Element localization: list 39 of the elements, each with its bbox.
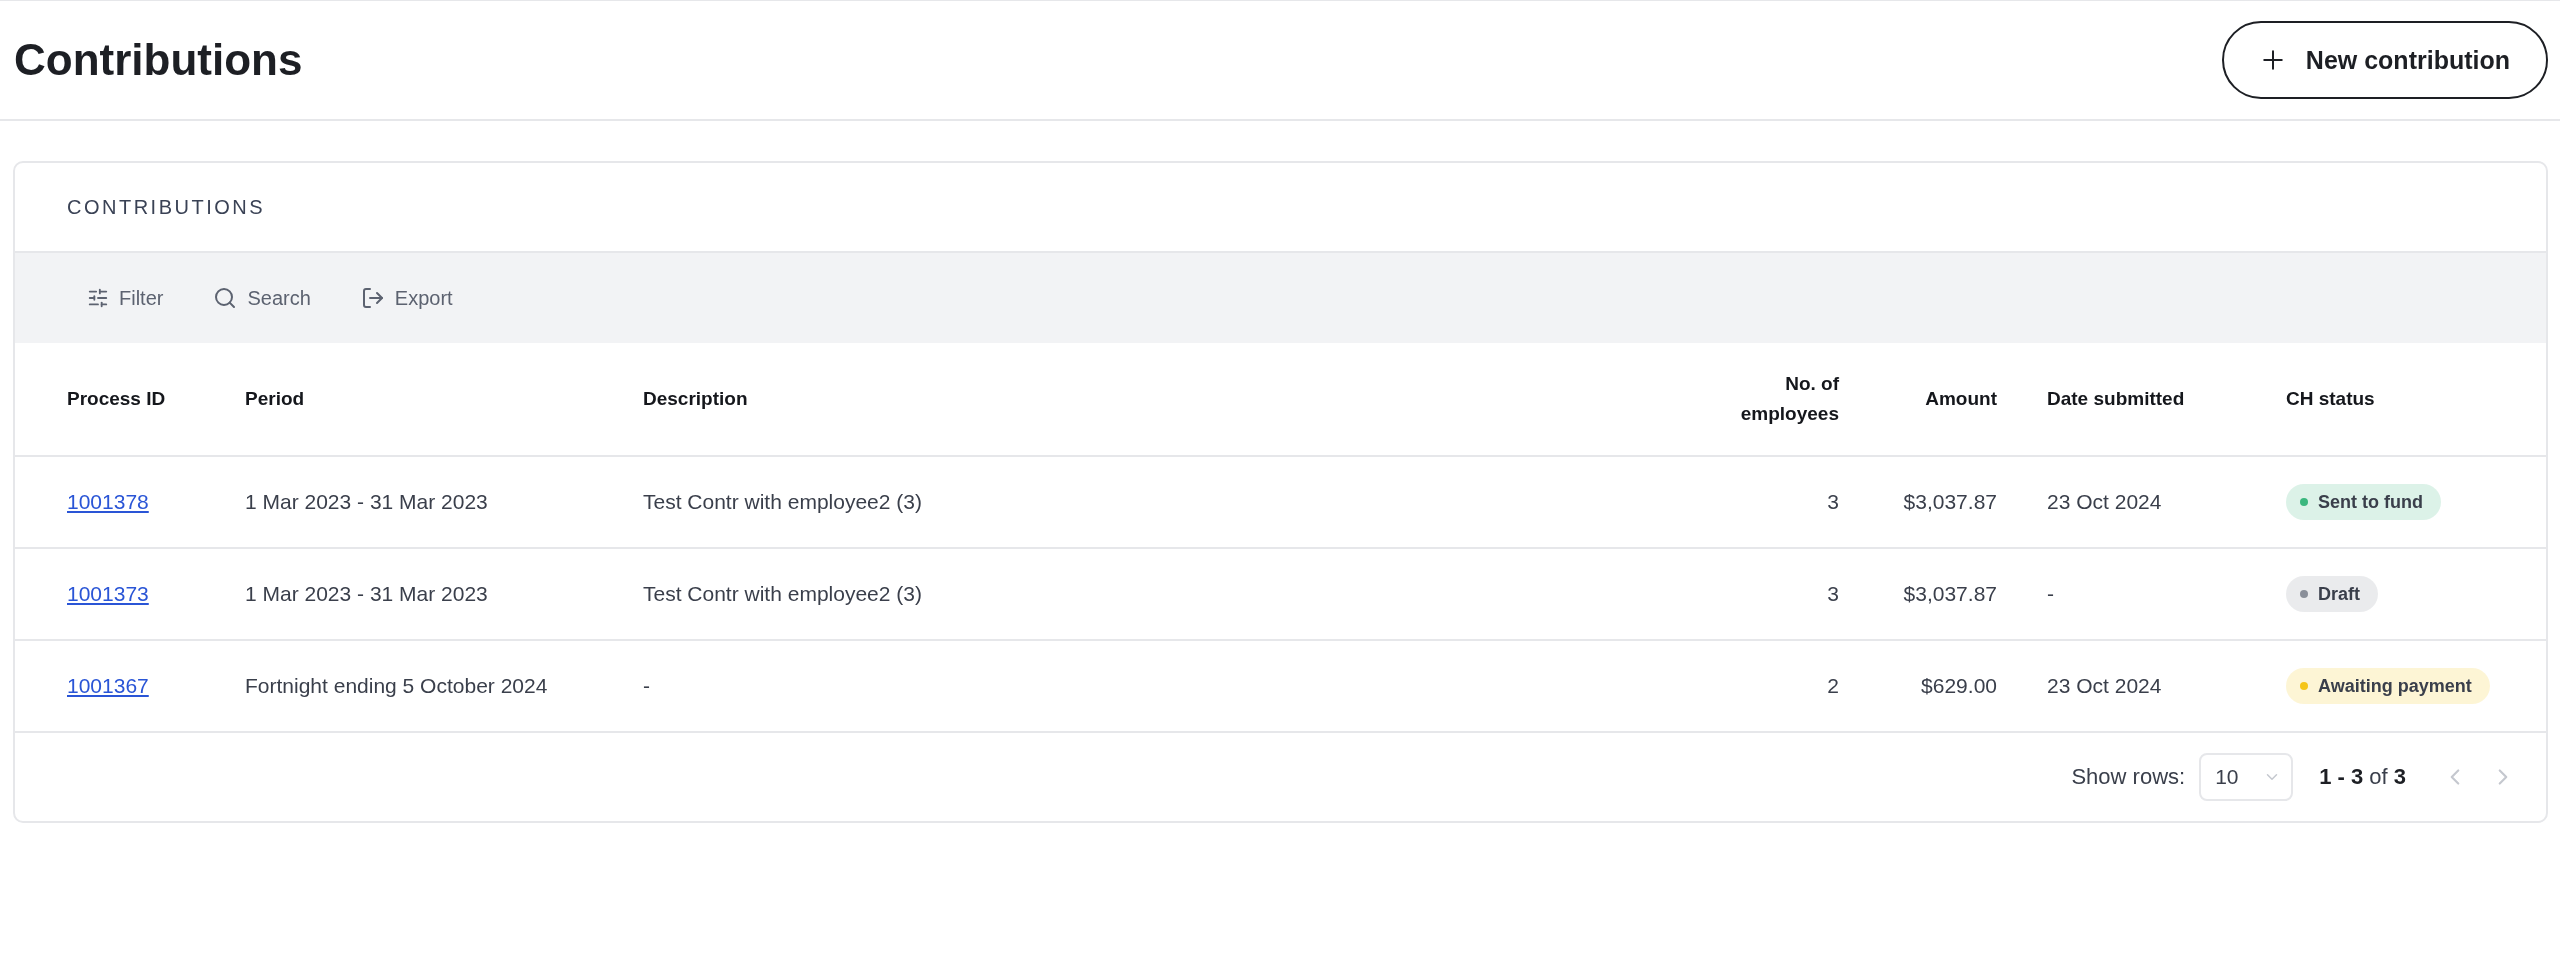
page-range: 1 - 3 of 3 xyxy=(2319,764,2406,790)
period-cell-text: Fortnight ending 5 October 2024 xyxy=(245,674,549,698)
employees-cell-text: 3 xyxy=(1826,582,1839,606)
search-button[interactable]: Search xyxy=(213,286,311,310)
amount-cell-text: $3,037.87 xyxy=(1902,582,1997,606)
export-icon xyxy=(360,286,385,310)
employees-cell-text: 3 xyxy=(1826,490,1839,514)
page-title: Contributions xyxy=(14,35,303,85)
column-header: CH status xyxy=(2286,386,2376,411)
status-badge: Draft xyxy=(2286,576,2378,612)
search-icon xyxy=(213,286,238,310)
status-badge: Awaiting payment xyxy=(2286,668,2490,704)
amount-cell-text: $629.00 xyxy=(1920,674,1997,698)
process-id-link[interactable]: 1001367 xyxy=(67,674,149,698)
export-button[interactable]: Export xyxy=(360,286,453,310)
process-id-link[interactable]: 1001378 xyxy=(67,490,149,514)
process-id-link[interactable]: 1001373 xyxy=(67,582,149,606)
column-header: Period xyxy=(245,386,306,411)
column-header: Description xyxy=(643,386,749,411)
description-cell-text: Test Contr with employee2 (3) xyxy=(643,582,923,606)
new-contribution-button[interactable]: New contribution xyxy=(2221,21,2548,99)
column-header: Process ID xyxy=(67,386,167,411)
period-cell-text: 1 Mar 2023 - 31 Mar 2023 xyxy=(245,490,489,514)
filter-button[interactable]: Filter xyxy=(87,286,164,310)
column-header: Date submitted xyxy=(2047,386,2186,411)
status-badge: Sent to fund xyxy=(2286,484,2441,520)
amount-cell-text: $3,037.87 xyxy=(1902,490,1997,514)
show-rows-label: Show rows: xyxy=(2071,764,2186,790)
period-cell-text: 1 Mar 2023 - 31 Mar 2023 xyxy=(245,582,489,606)
column-header: No. of employees xyxy=(1739,371,1839,426)
employees-cell-text: 2 xyxy=(1826,674,1839,698)
description-cell-text: Test Contr with employee2 (3) xyxy=(643,490,923,514)
description-cell-text: - xyxy=(643,674,651,698)
filter-icon xyxy=(87,287,109,309)
date-cell-text: 23 Oct 2024 xyxy=(2047,674,2163,698)
date-cell-text: - xyxy=(2047,582,2055,606)
column-header: Amount xyxy=(1924,386,1997,411)
rows-per-page-select[interactable]: 10 xyxy=(2199,753,2294,801)
date-cell-text: 23 Oct 2024 xyxy=(2047,490,2163,514)
